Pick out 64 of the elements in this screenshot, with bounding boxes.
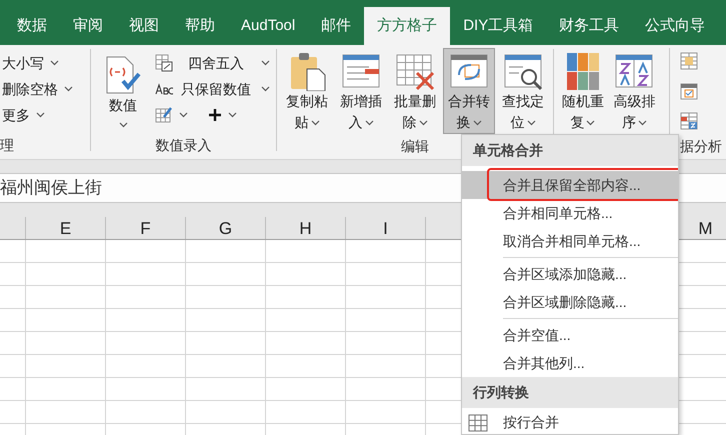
ribbon-button[interactable]: 只保留数值 (153, 76, 272, 102)
column-header[interactable]: I (345, 217, 425, 239)
ribbon-tab[interactable]: AudTool (228, 7, 308, 45)
table-pen-icon (155, 106, 173, 124)
caret-icon (418, 120, 428, 126)
ribbon-icon-button[interactable] (678, 50, 700, 72)
ribbon-tab[interactable]: 帮助 (172, 7, 228, 45)
ribbon-tab[interactable]: 公式向导 (632, 7, 718, 45)
caret-icon (64, 86, 73, 92)
menu-section-header: 行列转换 (462, 377, 678, 408)
caret-icon (261, 60, 270, 66)
column-header[interactable]: F (105, 217, 185, 239)
group-label: 据分析 (680, 137, 722, 156)
menu-item[interactable]: 合并区域删除隐藏... (462, 288, 678, 316)
plus-icon (208, 108, 222, 122)
ribbon-button[interactable]: 批量删除 (389, 48, 441, 134)
caret-icon (118, 122, 128, 128)
table-not-equal-icon (680, 112, 698, 130)
menu-item[interactable]: 合并空值... (462, 321, 678, 349)
group-label: 数值录入 (156, 136, 212, 155)
caret-icon (586, 120, 596, 126)
ribbon-button[interactable]: 查找定位 (497, 48, 549, 134)
group-label: 编辑 (401, 137, 429, 156)
ribbon-button[interactable]: 四舍五入 (153, 50, 272, 76)
menu-item[interactable]: 合并区域添加隐藏... (462, 260, 678, 288)
caret-icon (36, 112, 45, 118)
column-header[interactable]: H (265, 217, 345, 239)
ribbon-button[interactable]: 删除空格 (0, 76, 75, 102)
caret-icon (179, 112, 188, 118)
caret-icon (526, 120, 536, 126)
ribbon-button[interactable]: 复制粘贴 (281, 48, 333, 134)
caret-icon (310, 120, 320, 126)
ribbon-tab[interactable]: 财务工具 (546, 7, 632, 45)
column-header[interactable]: G (185, 217, 265, 239)
ribbon-tab[interactable]: 数据 (4, 7, 60, 45)
table-lines-icon (680, 52, 698, 70)
caret-icon (261, 86, 270, 92)
menu-item[interactable]: 合并且保留全部内容... (462, 171, 678, 199)
ribbon-button[interactable]: 合并转换 (443, 48, 495, 134)
caret-icon (638, 120, 647, 126)
caret-icon (228, 112, 237, 118)
ribbon-button[interactable]: 高级排序 (610, 48, 659, 134)
column-header[interactable]: E (25, 217, 105, 239)
ribbon-tab[interactable]: 视图 (116, 7, 172, 45)
ribbon-button[interactable]: 大小写 (0, 50, 75, 76)
menu-section-header: 单元格合并 (462, 135, 678, 166)
ribbon-button[interactable]: 随机重复 (558, 48, 608, 134)
menu-item[interactable]: 合并其他列... (462, 349, 678, 377)
ribbon-tab[interactable]: 邮件 (308, 7, 364, 45)
ribbon-button[interactable]: 数值 (95, 52, 151, 133)
menu-item[interactable]: 取消合并相同单元格... (462, 227, 678, 255)
caret-icon (472, 120, 482, 126)
ribbon-tab[interactable]: 审阅 (60, 7, 116, 45)
ribbon-tab[interactable]: DIY工具箱 (450, 7, 546, 45)
table-icon (468, 414, 488, 432)
menu-item[interactable]: 按行合并 (462, 408, 678, 434)
ribbon-button[interactable]: 新增插入 (335, 48, 387, 134)
ribbon-tab[interactable]: 方方格子 (364, 7, 450, 45)
calendar-check-icon (680, 82, 698, 100)
ribbon-button[interactable]: 更多 (0, 102, 75, 128)
ribbon-icon-button[interactable] (678, 110, 700, 132)
caret-icon (364, 120, 374, 126)
caret-icon (50, 60, 59, 66)
group-label: 理 (0, 136, 14, 155)
